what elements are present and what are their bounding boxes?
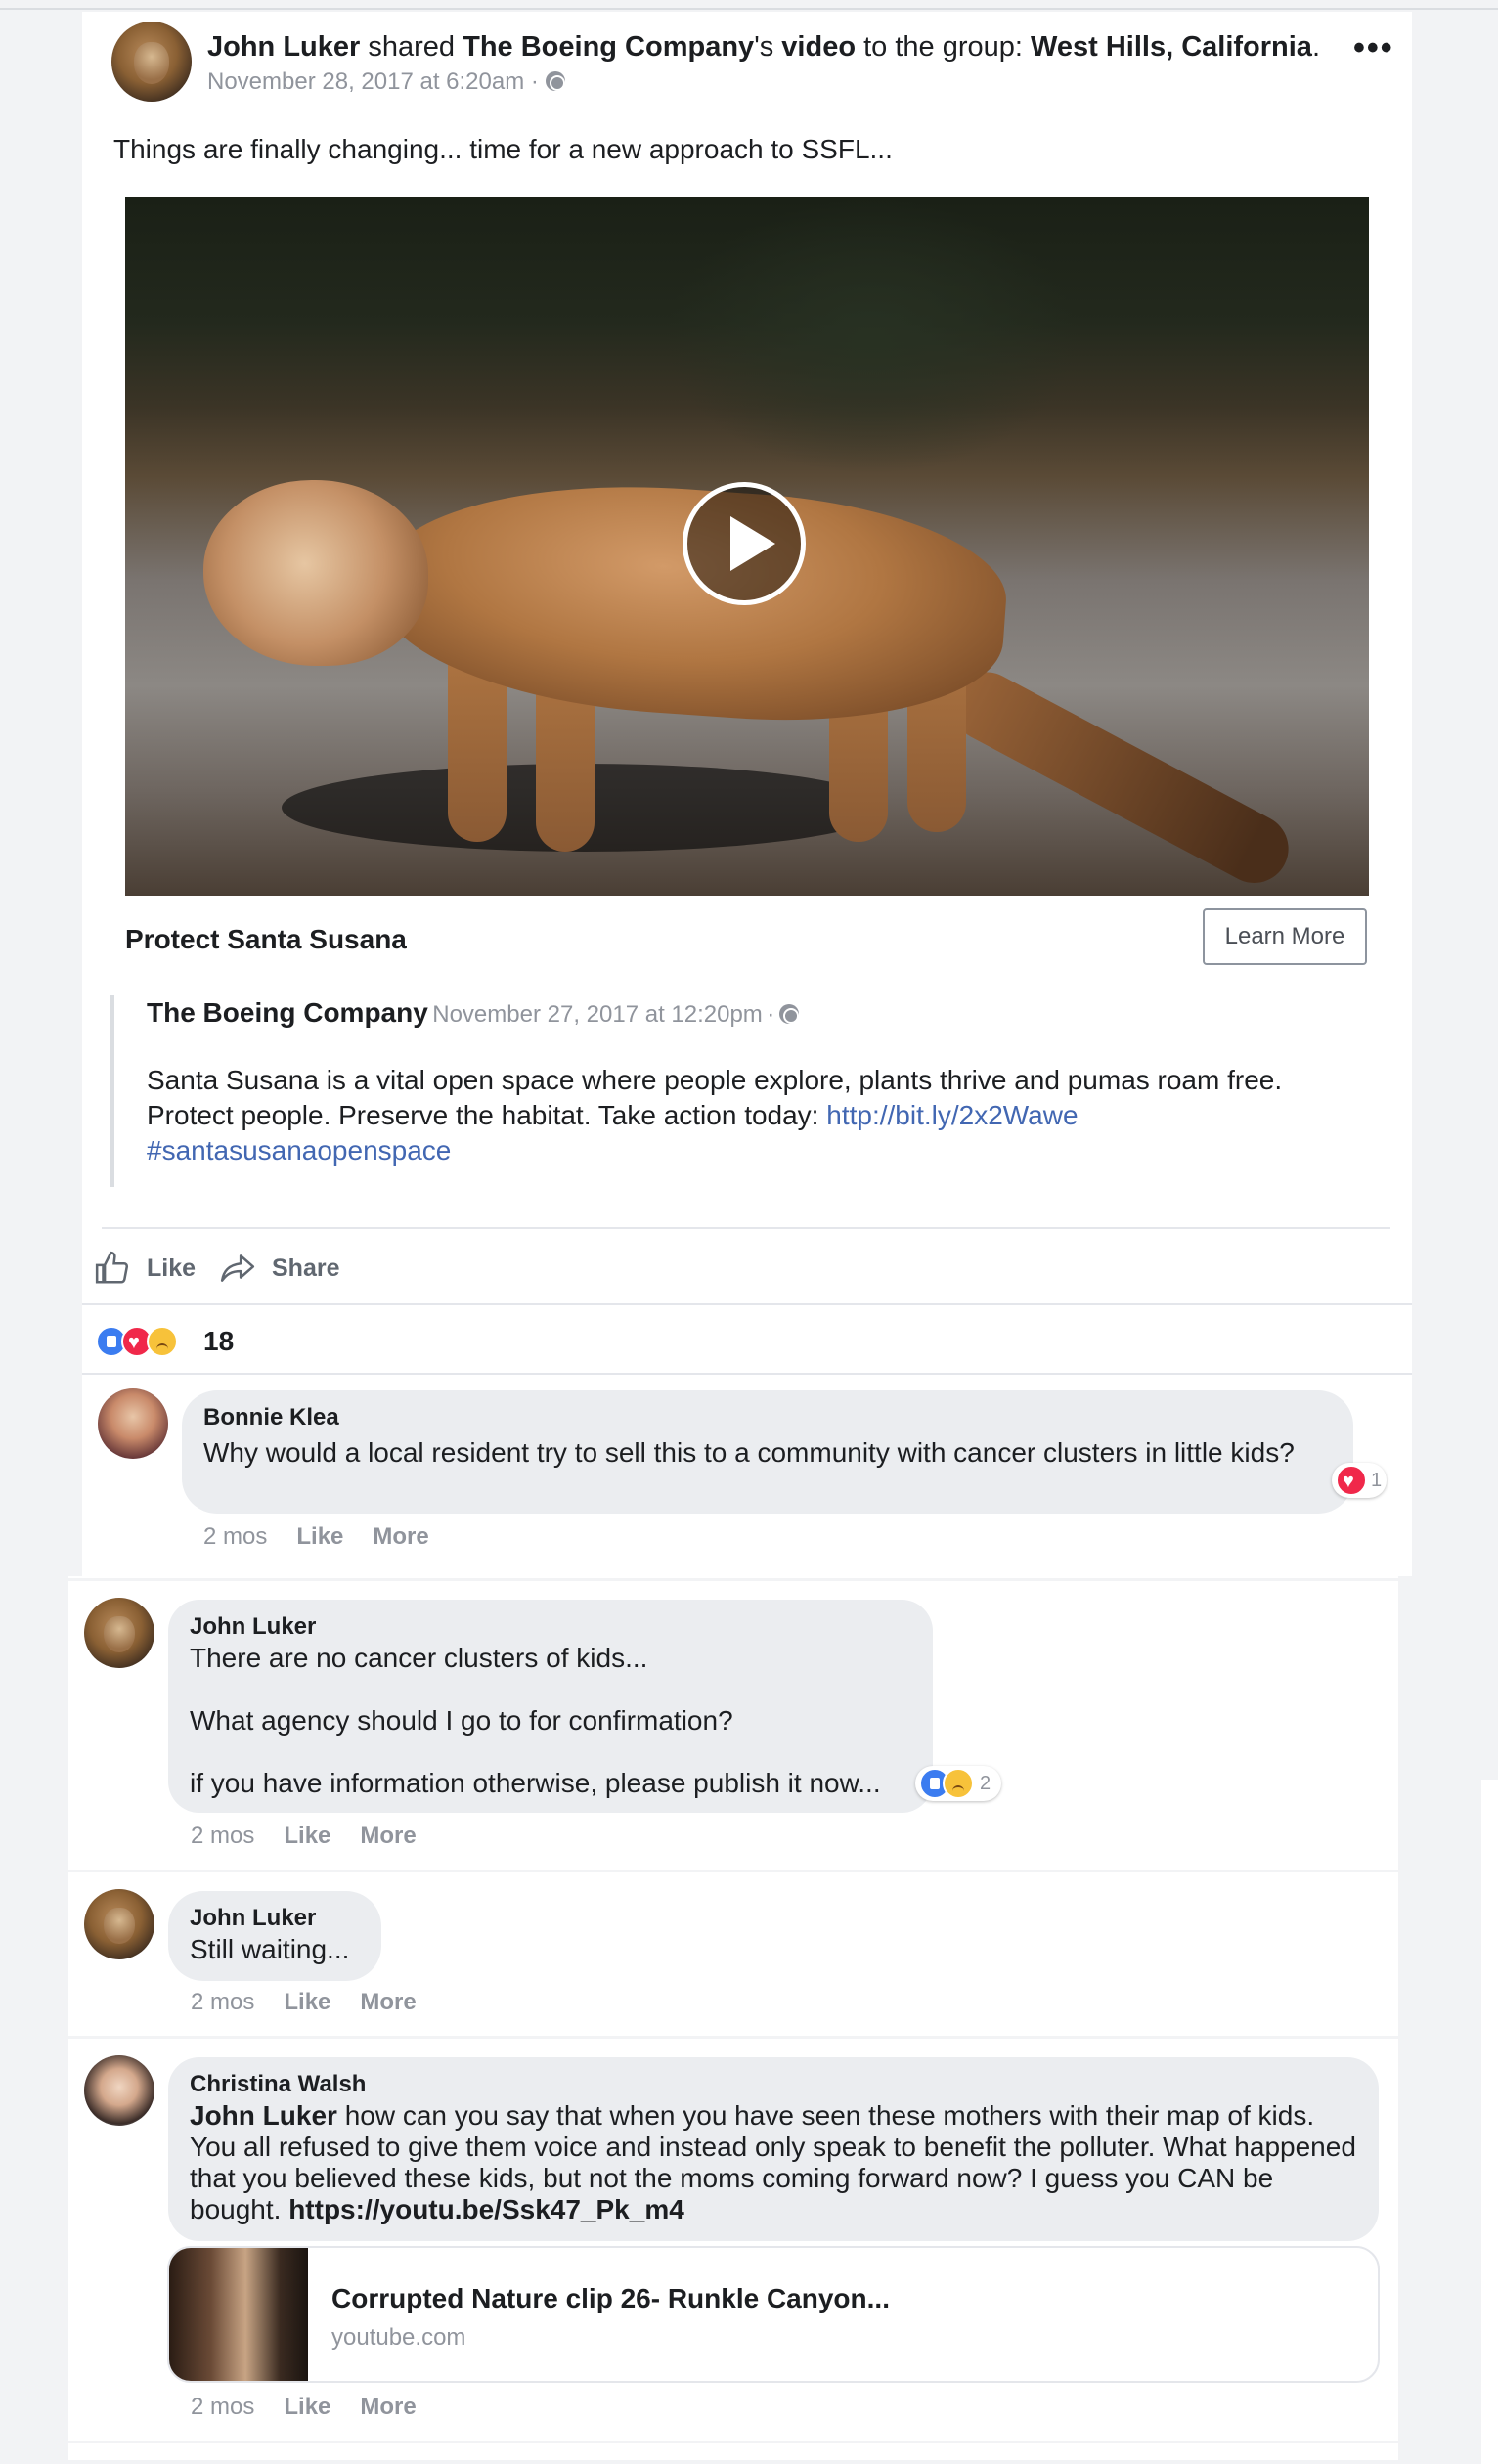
comment-link[interactable]: https://youtu.be/Ssk47_Pk_m4 [288, 2194, 684, 2224]
video-player[interactable] [125, 197, 1369, 896]
quoted-page-link[interactable]: The Boeing Company [147, 997, 428, 1028]
comment-reaction-count: 1 [1371, 1470, 1383, 1491]
comment-meta: 2 mos Like More [203, 1523, 459, 1551]
comment-text: Why would a local resident try to sell t… [203, 1437, 1295, 1468]
comment-bubble: Christina Walsh John Luker how can you s… [168, 2057, 1379, 2241]
comment-bubble: John Luker Still waiting... [168, 1891, 381, 1981]
comment-text-line: There are no cancer clusters of kids... [190, 1643, 648, 1673]
commenter-name[interactable]: John Luker [190, 1905, 316, 1932]
learn-more-button[interactable]: Learn More [1203, 908, 1367, 965]
commenter-name[interactable]: Christina Walsh [190, 2071, 366, 2098]
love-icon [1336, 1465, 1367, 1496]
divider [82, 1303, 1412, 1305]
post-header: John Luker shared The Boeing Company's v… [207, 31, 1320, 64]
comment-bubble: John Luker There are no cancer clusters … [168, 1600, 933, 1813]
comment-meta: 2 mos Like More [191, 2394, 446, 2421]
comment-like-link[interactable]: Like [296, 1523, 343, 1550]
divider [68, 2036, 1398, 2039]
divider [82, 1373, 1412, 1375]
quoted-header: The Boeing Company November 27, 2017 at … [147, 997, 799, 1029]
link-preview-card[interactable]: Corrupted Nature clip 26- Runkle Canyon.… [167, 2246, 1380, 2383]
author-avatar[interactable] [111, 22, 192, 102]
commenter-avatar[interactable] [84, 1598, 154, 1668]
commenter-avatar[interactable] [84, 2055, 154, 2126]
mention-link[interactable]: John Luker [190, 2100, 337, 2131]
comment-more-link[interactable]: More [360, 2394, 416, 2420]
commenter-name[interactable]: Bonnie Klea [203, 1404, 339, 1431]
quoted-text: Santa Susana is a vital open space where… [147, 1063, 1282, 1168]
comment-meta: 2 mos Like More [191, 1823, 446, 1850]
divider [68, 1578, 1398, 1581]
comment-time[interactable]: 2 mos [191, 1823, 254, 1849]
author-name-link[interactable]: John Luker [207, 31, 360, 63]
quoted-link[interactable]: http://bit.ly/2x2Wawe [826, 1100, 1078, 1130]
quote-bar [110, 995, 114, 1187]
video-frame-head [203, 480, 428, 666]
comment-more-link[interactable]: More [360, 1989, 416, 2015]
comment-bubble: Bonnie Klea Why would a local resident t… [182, 1390, 1353, 1514]
reaction-count: 18 [203, 1326, 235, 1356]
to-group-text: to the group: [863, 31, 1023, 63]
quoted-line-2: Protect people. Preserve the habitat. Ta… [147, 1100, 1079, 1130]
comment-text: John Luker how can you say that when you… [190, 2100, 1356, 2224]
period: . [1311, 31, 1320, 63]
link-preview-title: Corrupted Nature clip 26- Runkle Canyon.… [331, 2283, 890, 2313]
comment-like-link[interactable]: Like [284, 1823, 330, 1849]
commenter-name[interactable]: John Luker [190, 1613, 316, 1641]
comment-time[interactable]: 2 mos [191, 2394, 254, 2420]
share-arrow-icon [220, 1254, 255, 1282]
comment-like-link[interactable]: Like [284, 1989, 330, 2015]
divider [68, 1870, 1398, 1872]
play-icon[interactable] [683, 482, 806, 605]
comment-more-link[interactable]: More [360, 1823, 416, 1849]
comment-text: Still waiting... [190, 1934, 350, 1964]
sad-icon [147, 1326, 178, 1357]
comment-time[interactable]: 2 mos [191, 1989, 254, 2015]
post-timestamp[interactable]: November 28, 2017 at 6:20am [207, 68, 524, 95]
like-label: Like [147, 1254, 197, 1282]
comment-like-link[interactable]: Like [284, 2394, 330, 2420]
shared-word: shared [368, 31, 456, 63]
page-edge [1481, 1780, 1498, 2464]
comment-more-link[interactable]: More [373, 1523, 428, 1550]
attachment-title[interactable]: Protect Santa Susana [125, 924, 407, 955]
divider [102, 1227, 1390, 1229]
globe-icon [778, 1004, 799, 1024]
share-label: Share [272, 1254, 340, 1282]
meta-separator: · [767, 1001, 775, 1028]
thumbs-up-icon [95, 1251, 129, 1284]
comment-time[interactable]: 2 mos [203, 1523, 267, 1550]
comment-reaction-badge[interactable]: 1 [1332, 1463, 1387, 1498]
source-page-link[interactable]: The Boeing Company's [463, 31, 773, 63]
video-link[interactable]: video [781, 31, 856, 63]
divider [68, 2441, 1398, 2443]
quoted-timestamp[interactable]: November 27, 2017 at 12:20pm [432, 1001, 763, 1028]
video-frame-tail [940, 660, 1300, 896]
group-link[interactable]: West Hills, California [1031, 31, 1312, 63]
link-thumbnail [169, 2248, 308, 2381]
link-preview-domain: youtube.com [331, 2324, 466, 2351]
share-action[interactable]: Share [219, 1248, 339, 1289]
comment-reaction-badge[interactable]: 2 [915, 1766, 1001, 1801]
comment-text-line: if you have information otherwise, pleas… [190, 1768, 881, 1798]
meta-separator: · [530, 68, 539, 95]
quoted-line-1: Santa Susana is a vital open space where… [147, 1065, 1283, 1095]
hashtag-link[interactable]: #santasusanaopenspace [147, 1133, 1282, 1168]
commenter-avatar[interactable] [98, 1388, 168, 1459]
reactions-summary[interactable]: 18 [96, 1324, 252, 1363]
commenter-avatar[interactable] [84, 1889, 154, 1959]
comment-meta: 2 mos Like More [191, 1989, 446, 2016]
like-action[interactable]: Like [94, 1248, 196, 1289]
globe-icon [545, 71, 565, 91]
post-meta: November 28, 2017 at 6:20am · [207, 68, 565, 96]
comment-text-line: What agency should I go to for confirmat… [190, 1705, 733, 1736]
sad-icon [943, 1768, 974, 1799]
top-border [0, 0, 1498, 10]
post-text: Things are finally changing... time for … [113, 134, 893, 164]
comment-reaction-count: 2 [980, 1773, 991, 1794]
more-options-icon[interactable]: ••• [1353, 29, 1394, 67]
